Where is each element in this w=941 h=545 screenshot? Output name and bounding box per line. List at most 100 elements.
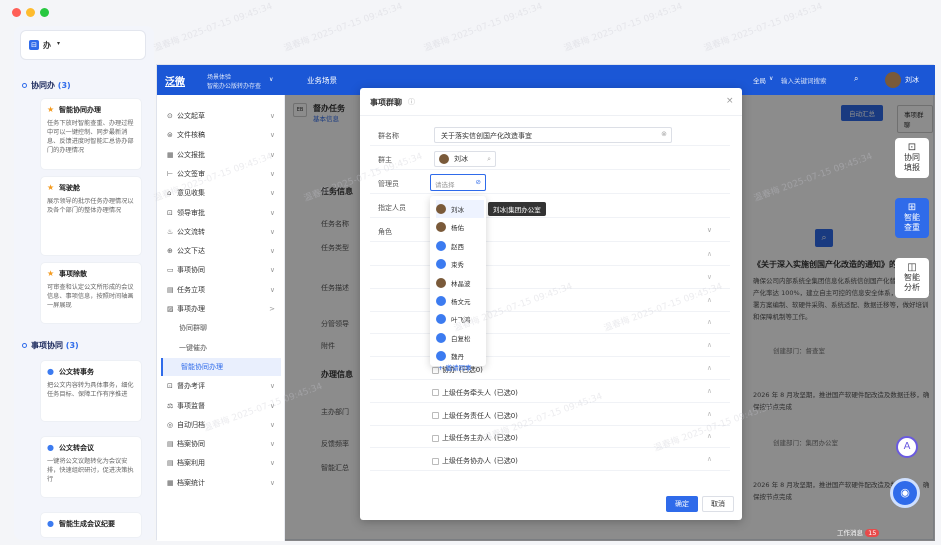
chevron-icon[interactable]: ∨ [270,286,275,294]
chevron-icon[interactable]: ∨ [270,247,275,255]
chevron-icon[interactable]: ∧ [707,387,712,395]
chevron-icon[interactable]: ∨ [270,209,275,217]
invite-colleague-link[interactable]: + 邀请同事 [438,362,472,372]
ok-button[interactable]: 确定 [666,496,698,512]
role-row[interactable]: (已选0)∨ [370,267,730,289]
close-icon[interactable]: × [726,96,734,106]
dropdown-item[interactable]: 杨文元 [436,292,484,310]
sidebar-item[interactable]: ▭ 事项协同 ∨ [167,261,279,279]
chevron-icon[interactable]: ∨ [270,228,275,236]
role-row[interactable]: 上级任务责任人 (已选0) ∧ [370,404,730,426]
sidebar-item[interactable]: ▤ 任务立项 ∨ [167,281,279,299]
ai-assistant-icon[interactable]: A [896,436,918,458]
checkbox[interactable] [432,412,439,420]
nav-tab-business[interactable]: 业务场景 [307,75,337,86]
checkbox[interactable] [432,457,439,465]
sidebar-item[interactable]: 协同群聊 [179,319,291,337]
sidebar-item[interactable]: ▤ 档案协同 ∨ [167,435,279,453]
role-row[interactable]: 协办 (已选0) ∧ [370,358,730,380]
sidebar-item[interactable]: ⊕ 公文下达 ∨ [167,242,279,260]
chevron-icon[interactable]: ∨ [270,131,275,139]
dropdown-item[interactable]: 赵西 [436,237,484,255]
chevron-icon[interactable]: ∨ [270,266,275,274]
cancel-button[interactable]: 取消 [702,496,734,512]
minimize-dot[interactable] [26,8,35,17]
sidebar-item[interactable]: ⊡ 督办考评 ∨ [167,377,279,395]
sidebar-item[interactable]: ♨ 公文流转 ∨ [167,223,279,241]
dropdown-item[interactable]: 叶飞鸿 [436,310,484,328]
sidebar-item[interactable]: ⊜ 文件核稿 ∨ [167,126,279,144]
sidebar-item[interactable]: 一键催办 [179,339,291,357]
role-row[interactable]: (已选0)∧ [370,312,730,335]
sidebar-item[interactable]: ⊙ 公文起草 ∨ [167,107,279,125]
voice-icon[interactable]: ◉ [890,478,920,508]
sidebar-item[interactable]: ⚖ 事项监督 ∨ [167,397,279,415]
group-name-input[interactable]: 关于落实信创国产化改造事宜 ⊗ [434,127,672,143]
chevron-icon[interactable]: > [269,305,275,313]
tool-smart-analysis[interactable]: ◫ 智能分析 [895,258,929,298]
chevron-icon[interactable]: ∧ [707,250,712,258]
card-event[interactable]: ★ 事项除散 可审查和认定公文所形成的会议信息、事项信息，按照时间轴画一屏展现 [40,262,142,324]
chevron-icon[interactable]: ∧ [707,364,712,372]
chevron-icon[interactable]: ∧ [707,432,712,440]
dropdown-item[interactable]: 杨佑 [436,218,484,236]
sidebar-item[interactable]: ⊡ 领导审批 ∨ [167,204,279,222]
chevron-down-icon[interactable]: ∨ [707,226,712,234]
sidebar-item[interactable]: ⌂ 意见收集 ∨ [167,184,279,202]
chevron-icon[interactable]: ∨ [270,151,275,159]
chevron-icon[interactable]: ∨ [707,273,712,281]
chevron-icon[interactable]: ∧ [707,318,712,326]
search-icon[interactable]: ⌕ [854,74,858,84]
dropdown-item[interactable]: 束秀 [436,255,484,273]
clear-icon[interactable]: ⊗ [661,130,667,138]
chevron-icon[interactable]: ∨ [270,402,275,410]
help-icon[interactable]: ⓘ [408,97,415,107]
card-smart-collab[interactable]: ★ 智能协同办理 任务下放时智能查重、办理过程中可以一键控制、同步最新消息、反馈… [40,98,142,170]
role-row[interactable]: (已选0)∧ [370,290,730,312]
maximize-dot[interactable] [40,8,49,17]
org-name[interactable]: 智能办公版转办存查 [207,81,261,90]
tool-collab-fill[interactable]: ⊡ 协同填报 [895,138,929,178]
card-doc-to-task[interactable]: ● 公文转事务 把公文内容转为具体事务，细化任务目标、保障工作有序推进 [40,360,142,422]
user-name[interactable]: 刘冰 [905,75,919,85]
role-row[interactable]: ∧ [370,244,730,266]
role-row[interactable]: 上级任务牵头人 (已选0) ∧ [370,381,730,403]
chevron-down-icon[interactable]: ∨ [769,75,773,82]
dropdown-item[interactable]: 白复松 [436,329,484,347]
chevron-down-icon[interactable]: ▾ [57,40,60,47]
scope-select[interactable]: 全局 [753,75,766,85]
section-collab[interactable]: 协同办 (3) [22,80,71,91]
card-doc-to-meeting[interactable]: ● 公文转会议 一键将公文议题转化为会议安排，快速组织研讨，促进决策执行 [40,436,142,498]
chevron-icon[interactable]: ∧ [707,296,712,304]
sidebar-item[interactable]: ▨ 事项办理 > [167,300,279,318]
chevron-icon[interactable]: ∧ [707,455,712,463]
role-row[interactable]: 上级任务协办人 (已选0) ∧ [370,449,730,472]
sidebar-item[interactable]: ▦ 档案统计 ∨ [167,474,279,492]
chevron-icon[interactable]: ∨ [270,382,275,390]
sidebar-item[interactable]: 智能协同办理 [161,357,281,376]
section-event-collab[interactable]: 事项协同 (3) [22,340,79,351]
avatar[interactable] [885,72,901,88]
checkbox[interactable] [432,434,439,442]
chevron-icon[interactable]: ∨ [270,479,275,487]
card-meeting-minutes[interactable]: ● 智能生成会议纪要 [40,512,142,538]
chevron-icon[interactable]: ∨ [270,459,275,467]
owner-select[interactable]: 刘冰 ⌕ [434,151,496,167]
work-message[interactable]: 工作消息 15 [837,527,880,537]
chevron-icon[interactable]: ∧ [707,341,712,349]
dropdown-item[interactable]: 林晶波 [436,274,484,292]
search-input[interactable]: 输入关键词搜索 [781,75,827,85]
role-row[interactable]: 上级任务主办人 (已选0) ∧ [370,426,730,449]
card-cockpit[interactable]: ★ 驾驶舱 展示领导的批示任务办理情况以及各个部门的整体办理情况 [40,176,142,256]
admin-select[interactable]: 请选择 ⊘ [430,174,486,191]
role-row[interactable]: ∧ [370,335,730,358]
chevron-icon[interactable]: ∨ [270,112,275,120]
chevron-icon[interactable]: ∧ [707,410,712,418]
chevron-down-icon[interactable]: ∨ [269,76,273,83]
sidebar-item[interactable]: ▦ 公文报批 ∨ [167,146,279,164]
chevron-icon[interactable]: ∨ [270,421,275,429]
close-dot[interactable] [12,8,21,17]
sidebar-item[interactable]: ◎ 自动归档 ∨ [167,416,279,434]
sidebar-item[interactable]: ⊢ 公文签审 ∨ [167,165,279,183]
chevron-icon[interactable]: ∨ [270,440,275,448]
